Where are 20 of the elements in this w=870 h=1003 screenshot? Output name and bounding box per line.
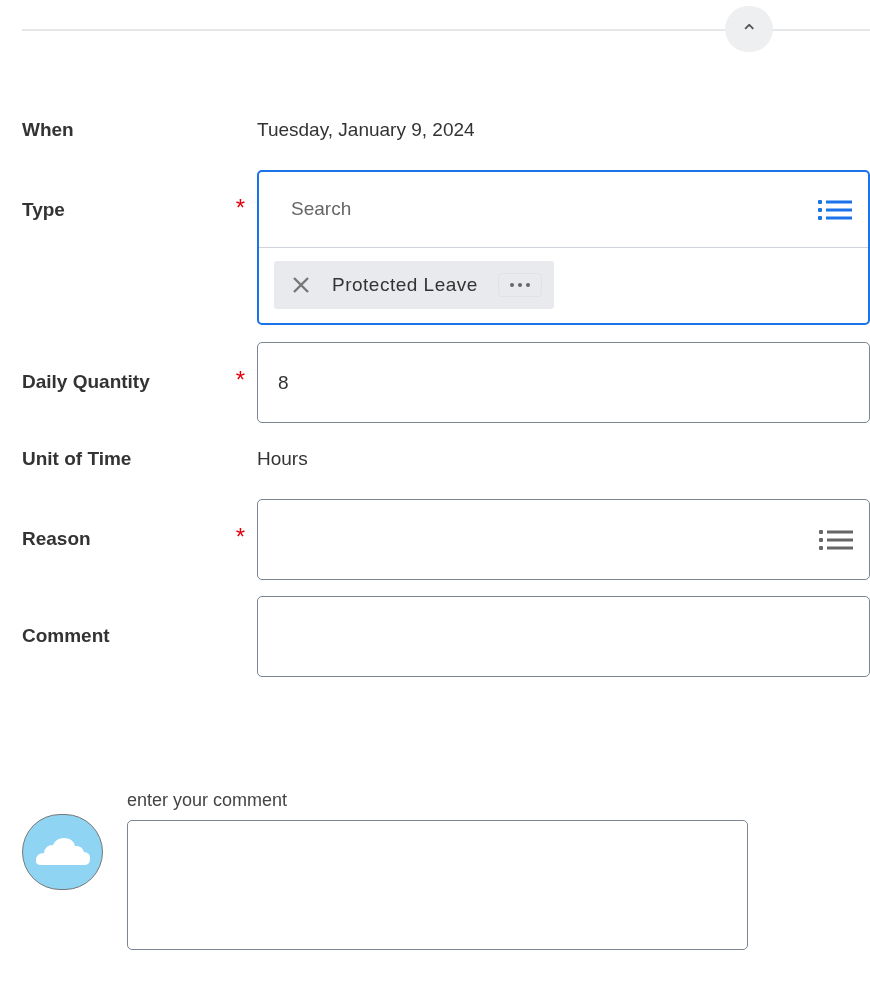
- required-mark: *: [235, 196, 245, 220]
- field-label: Comment: [22, 624, 110, 649]
- input-field[interactable]: [257, 596, 870, 677]
- collapse-button[interactable]: ⌃: [725, 6, 773, 52]
- field-label: When: [22, 117, 74, 142]
- field-label: Type: [22, 198, 65, 222]
- field-label: Unit of Time: [22, 446, 132, 471]
- field-value: Tuesday, January 9, 2024: [257, 117, 475, 142]
- required-mark: *: [235, 525, 245, 550]
- input-field[interactable]: 8: [257, 342, 870, 423]
- selected-chip[interactable]: Protected Leave: [274, 261, 554, 309]
- prompt-field[interactable]: [257, 499, 870, 580]
- multiselect-field[interactable]: Search Protected Leave: [257, 170, 870, 325]
- comment-label: enter your comment: [127, 789, 289, 812]
- field-label: Daily Quantity: [22, 370, 150, 395]
- field-label: Reason: [22, 527, 91, 552]
- required-mark: *: [235, 368, 245, 393]
- field-value: Hours: [257, 446, 308, 471]
- chip-label: Protected Leave: [332, 272, 478, 297]
- more-icon[interactable]: [497, 273, 542, 297]
